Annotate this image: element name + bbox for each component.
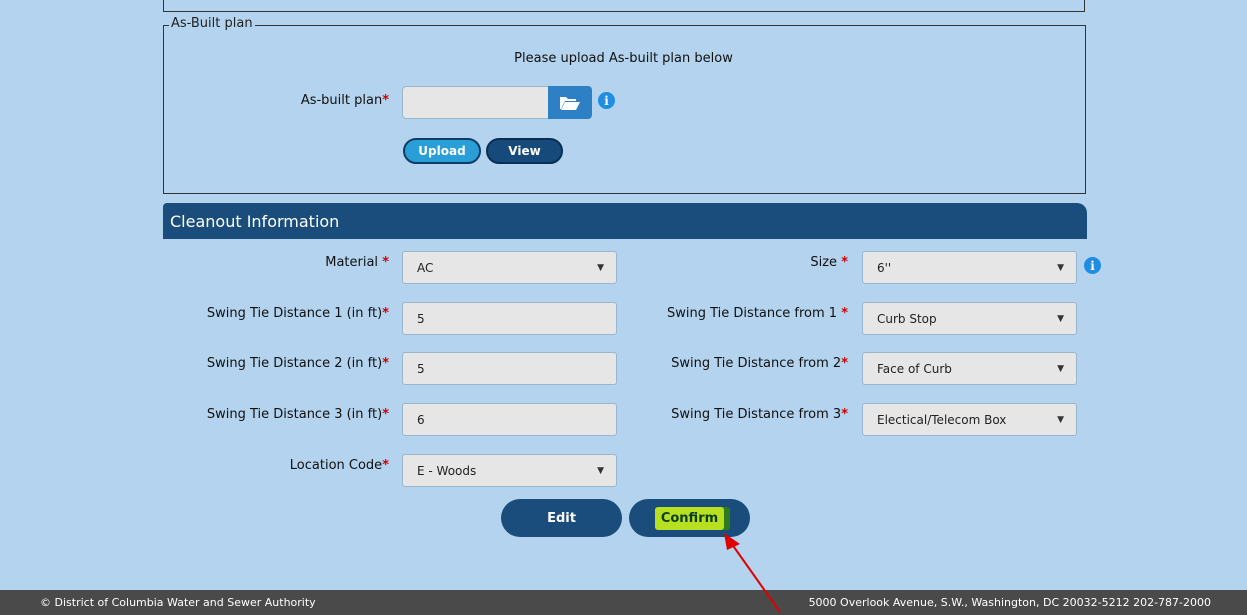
tie-distance-3-input[interactable]: 6 bbox=[402, 403, 617, 436]
footer-address: 5000 Overlook Avenue, S.W., Washington, … bbox=[808, 596, 1211, 609]
footer: © District of Columbia Water and Sewer A… bbox=[0, 590, 1247, 615]
cleanout-section-header: Cleanout Information bbox=[163, 203, 1087, 239]
required-mark: * bbox=[382, 306, 389, 321]
as-built-plan-label: As-built plan* bbox=[300, 93, 389, 108]
chevron-down-icon: ▼ bbox=[1057, 263, 1064, 273]
required-mark: * bbox=[382, 255, 389, 270]
required-mark: * bbox=[841, 356, 848, 371]
upload-button[interactable]: Upload bbox=[403, 138, 481, 164]
tie-from-3-select[interactable]: Electical/Telecom Box ▼ bbox=[862, 403, 1077, 436]
material-select[interactable]: AC ▼ bbox=[402, 251, 617, 284]
chevron-down-icon: ▼ bbox=[597, 466, 604, 476]
size-select[interactable]: 6'' ▼ bbox=[862, 251, 1077, 284]
tie-distance-1-label: Swing Tie Distance 1 (in ft)* bbox=[206, 306, 389, 321]
tie-from-1-label: Swing Tie Distance from 1 * bbox=[667, 306, 848, 321]
view-button[interactable]: View bbox=[486, 138, 563, 164]
chevron-down-icon: ▼ bbox=[1057, 364, 1064, 374]
chevron-down-icon: ▼ bbox=[597, 263, 604, 273]
chevron-down-icon: ▼ bbox=[1057, 415, 1064, 425]
size-info-icon[interactable]: i bbox=[1084, 257, 1101, 274]
as-built-legend: As-Built plan bbox=[169, 16, 255, 31]
required-mark: * bbox=[382, 93, 389, 108]
required-mark: * bbox=[841, 306, 848, 321]
location-code-select[interactable]: E - Woods ▼ bbox=[402, 454, 617, 487]
tie-from-2-label: Swing Tie Distance from 2* bbox=[671, 356, 848, 371]
previous-section-box bbox=[163, 0, 1085, 12]
chevron-down-icon: ▼ bbox=[1057, 314, 1064, 324]
upload-instruction: Please upload As-built plan below bbox=[514, 51, 733, 66]
required-mark: * bbox=[841, 255, 848, 270]
as-built-file-input[interactable] bbox=[402, 86, 550, 119]
tie-from-1-select[interactable]: Curb Stop ▼ bbox=[862, 302, 1077, 335]
confirm-label: Confirm bbox=[654, 506, 725, 530]
footer-copyright: © District of Columbia Water and Sewer A… bbox=[40, 596, 316, 609]
browse-button[interactable] bbox=[548, 86, 592, 119]
as-built-info-icon[interactable]: i bbox=[598, 92, 615, 109]
required-mark: * bbox=[382, 458, 389, 473]
location-code-label: Location Code* bbox=[289, 458, 389, 473]
size-label: Size * bbox=[810, 255, 848, 270]
tie-distance-2-input[interactable]: 5 bbox=[402, 352, 617, 385]
material-label: Material * bbox=[325, 255, 389, 270]
folder-open-icon bbox=[560, 96, 580, 110]
edit-button[interactable]: Edit bbox=[501, 499, 622, 537]
required-mark: * bbox=[382, 407, 389, 422]
tie-distance-3-label: Swing Tie Distance 3 (in ft)* bbox=[206, 407, 389, 422]
tie-distance-1-input[interactable]: 5 bbox=[402, 302, 617, 335]
required-mark: * bbox=[382, 356, 389, 371]
tie-distance-2-label: Swing Tie Distance 2 (in ft)* bbox=[206, 356, 389, 371]
tie-from-2-select[interactable]: Face of Curb ▼ bbox=[862, 352, 1077, 385]
tie-from-3-label: Swing Tie Distance from 3* bbox=[671, 407, 848, 422]
confirm-button[interactable]: Confirm bbox=[629, 499, 750, 537]
required-mark: * bbox=[841, 407, 848, 422]
